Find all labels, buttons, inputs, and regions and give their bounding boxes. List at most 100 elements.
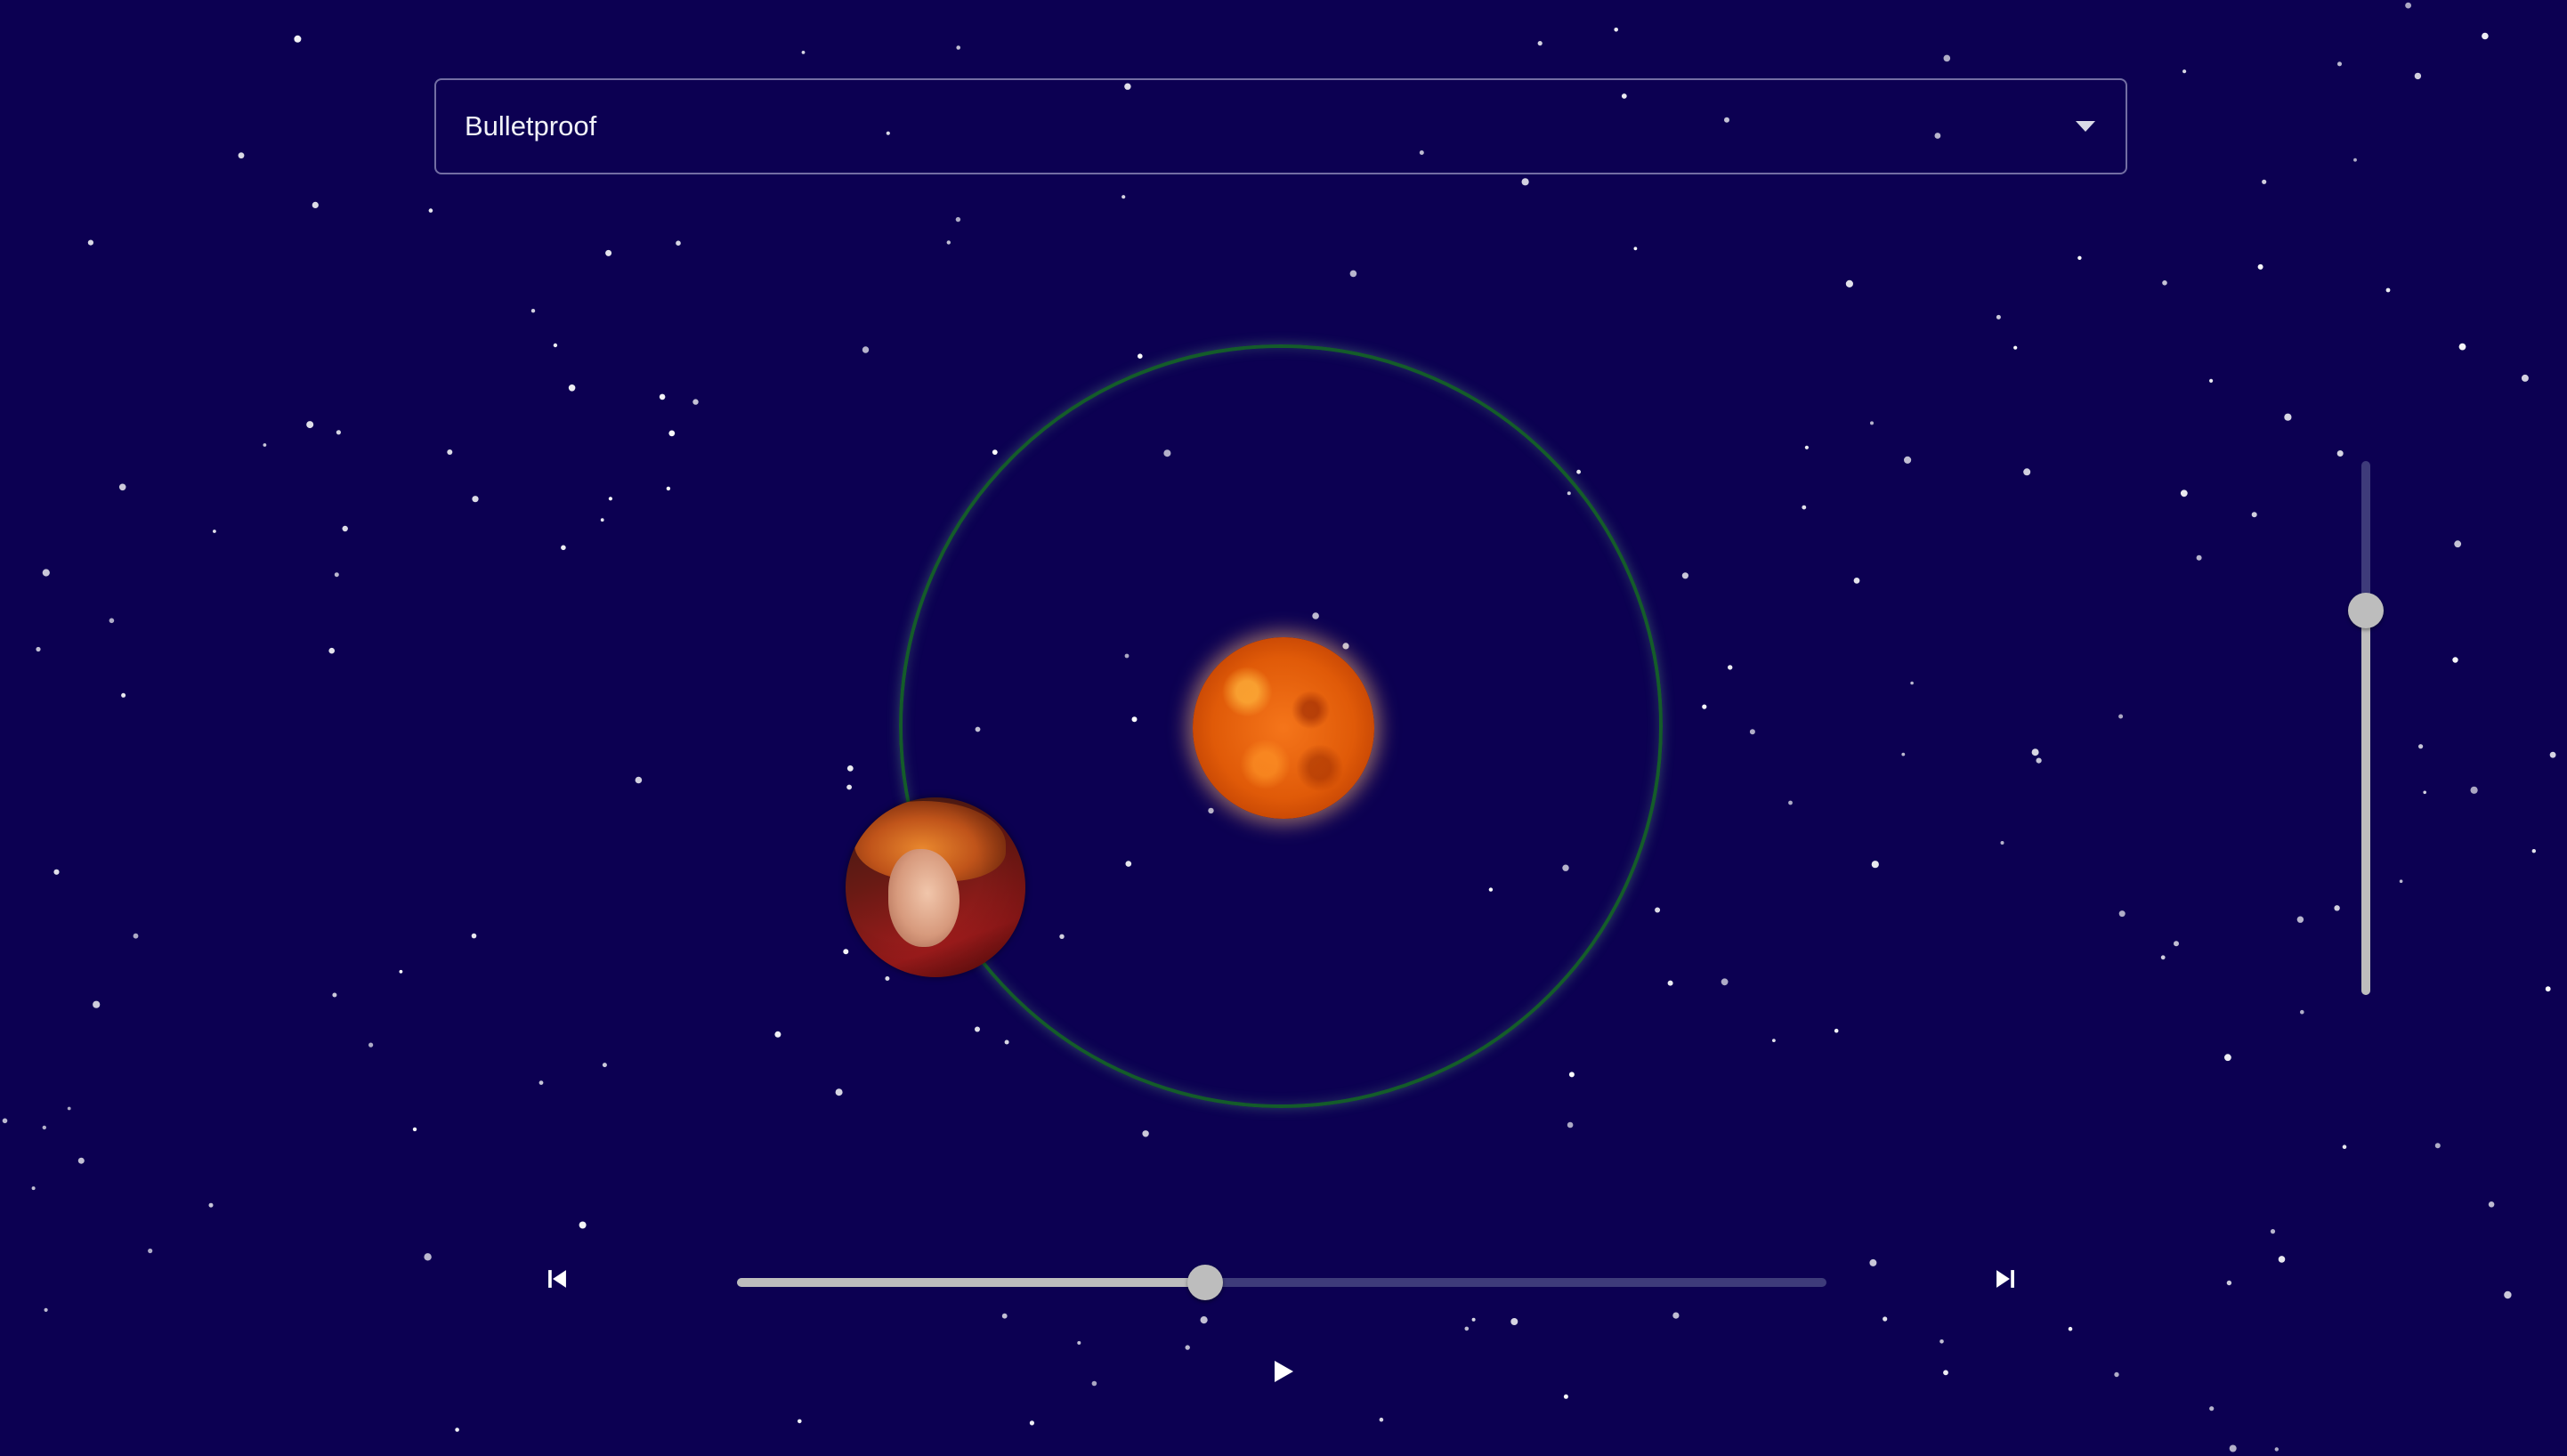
star (2229, 1444, 2237, 1452)
star (1576, 469, 1581, 474)
star (659, 393, 666, 400)
star (93, 1000, 101, 1008)
play-button[interactable] (1243, 1331, 1323, 1412)
play-icon (1275, 1361, 1293, 1382)
star (1672, 1312, 1680, 1319)
star (1834, 1028, 1839, 1033)
star (31, 1186, 36, 1191)
star (2013, 345, 2018, 350)
star (1901, 752, 1906, 756)
star (530, 309, 536, 313)
star (2209, 1406, 2215, 1412)
star (42, 1125, 46, 1130)
star (561, 545, 566, 551)
star (2000, 841, 2004, 845)
star (801, 51, 806, 54)
star (1568, 1072, 1575, 1078)
star (2531, 849, 2536, 853)
star (1004, 1039, 1009, 1045)
star (1122, 195, 1126, 199)
next-track-button[interactable] (1965, 1239, 2045, 1319)
star (2454, 540, 2462, 548)
star (1001, 1313, 1008, 1319)
star (553, 343, 558, 348)
star (2182, 69, 2187, 74)
volume-slider-thumb[interactable] (2348, 593, 2384, 628)
star (2226, 1280, 2232, 1286)
star (1681, 572, 1688, 579)
star (1788, 800, 1793, 805)
star (1802, 505, 1807, 510)
star (1091, 1380, 1097, 1387)
seek-slider[interactable] (737, 1265, 1826, 1300)
star (1772, 1039, 1776, 1042)
star (835, 1088, 843, 1096)
star (2118, 910, 2126, 918)
star (1804, 445, 1809, 449)
star (2, 1118, 8, 1124)
star (1655, 907, 1661, 913)
star (975, 1026, 980, 1032)
volume-slider[interactable] (2348, 461, 2384, 995)
star (1721, 978, 1729, 986)
star (1943, 1370, 1948, 1376)
star (946, 240, 951, 245)
star (2274, 1447, 2279, 1452)
star (2337, 61, 2342, 67)
star (2405, 2, 2412, 9)
star (1845, 279, 1853, 287)
star (2482, 32, 2489, 40)
star (579, 1221, 587, 1229)
star (263, 443, 267, 447)
star (2180, 489, 2188, 497)
star (306, 421, 314, 429)
star (666, 486, 671, 491)
star (328, 647, 336, 654)
star (1728, 665, 1733, 670)
star (1749, 729, 1755, 735)
star (992, 449, 998, 455)
track-select-value: Bulletproof (465, 110, 597, 142)
star (2036, 757, 2042, 764)
star (1904, 456, 1912, 465)
star (2545, 986, 2551, 992)
previous-track-button[interactable] (517, 1239, 597, 1319)
star (2224, 1054, 2231, 1062)
star (2296, 916, 2304, 923)
star (342, 525, 348, 532)
star (1200, 1316, 1208, 1324)
star (2434, 1143, 2441, 1149)
star (2262, 179, 2267, 184)
star (208, 1202, 214, 1208)
star (2118, 714, 2124, 719)
star (121, 692, 126, 698)
star (2399, 879, 2403, 883)
star (294, 35, 302, 43)
star (2452, 657, 2458, 663)
star (1379, 1417, 1384, 1422)
star (2470, 786, 2478, 794)
star (2278, 1256, 2286, 1263)
track-select-dropdown[interactable]: Bulletproof (434, 78, 2127, 174)
star (2300, 1009, 2304, 1015)
star (1910, 681, 1914, 685)
star (471, 933, 477, 939)
star (2209, 378, 2214, 383)
star (608, 497, 613, 501)
star (1633, 247, 1638, 251)
star (472, 496, 479, 503)
star (238, 152, 245, 159)
star (1870, 421, 1874, 425)
star (2342, 1145, 2347, 1149)
album-art-planet[interactable] (846, 797, 1025, 977)
star (1029, 1420, 1034, 1426)
star (1471, 1317, 1476, 1322)
star (1185, 1345, 1190, 1350)
star (332, 992, 337, 998)
star (1138, 353, 1143, 360)
sun (1193, 637, 1374, 819)
star (1702, 704, 1707, 709)
star (2504, 1290, 2512, 1299)
volume-slider-fill (2361, 611, 2370, 995)
star (2414, 72, 2422, 80)
